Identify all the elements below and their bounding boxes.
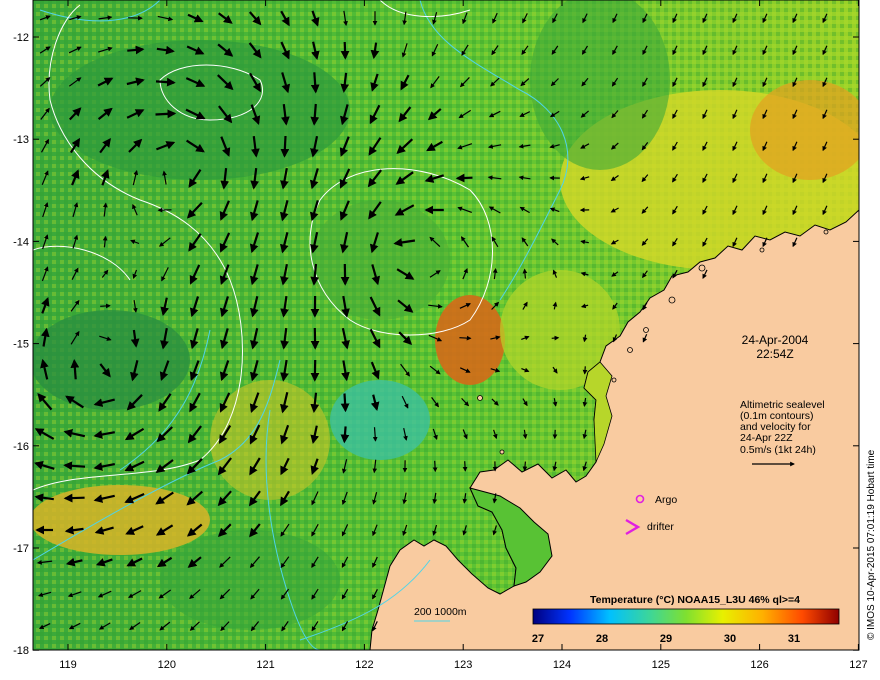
y-tick-label: -15 — [13, 339, 29, 351]
velocity-arrow — [340, 393, 350, 413]
velocity-arrow — [459, 335, 472, 341]
drifter-label: drifter — [647, 521, 674, 533]
time-label: 22:54Z — [756, 347, 793, 361]
x-tick-label: 122 — [355, 659, 373, 671]
y-tick-label: -18 — [13, 645, 29, 657]
bathymetry-label: 200 1000m — [414, 606, 467, 618]
velocity-arrow — [70, 358, 80, 380]
map-plot-area — [33, 0, 859, 650]
velocity-arrow — [522, 268, 528, 279]
velocity-arrow — [432, 460, 438, 473]
x-tick-label: 124 — [553, 659, 571, 671]
x-tick-label: 127 — [849, 659, 867, 671]
x-tick-label: 119 — [59, 659, 77, 671]
colorbar-tick-label: 30 — [724, 633, 736, 645]
velocity-arrow — [155, 77, 176, 87]
velocity-arrow — [462, 461, 468, 472]
velocity-arrow — [582, 366, 588, 375]
velocity-arrow — [127, 45, 145, 55]
argo-label: Argo — [655, 494, 677, 506]
colorbar-tick-label: 29 — [660, 633, 672, 645]
sst-map: 119 120 121 122 123 124 125 126 127 -12 -13 -14 -15… — [13, 0, 877, 671]
x-tick-label: 125 — [652, 659, 670, 671]
velocity-arrow — [551, 335, 560, 341]
info-line: 0.5m/s (1kt 24h) — [740, 444, 816, 456]
colorbar-tick-label: 27 — [532, 633, 544, 645]
velocity-arrow — [63, 493, 85, 503]
colorbar-title: Temperature (°C) NOAA15_L3U 46% ql>=4 — [590, 594, 800, 606]
y-tick-label: -13 — [13, 134, 29, 146]
velocity-arrow — [340, 41, 350, 60]
velocity-arrow — [522, 461, 528, 472]
y-tick-label: -12 — [13, 32, 29, 44]
colorbar-tick-label: 31 — [788, 633, 800, 645]
velocity-arrow — [100, 303, 111, 309]
x-tick-label: 123 — [454, 659, 472, 671]
credit-text: © IMOS 10-Apr-2015 07:01:19 Hobart time — [866, 449, 877, 640]
y-tick-label: -16 — [13, 441, 29, 453]
velocity-arrow — [63, 461, 86, 471]
x-tick-label: 126 — [750, 659, 768, 671]
velocity-arrow — [340, 426, 350, 444]
x-tick-label: 120 — [158, 659, 176, 671]
velocity-arrow — [280, 135, 290, 158]
info-line: 24-Apr 22Z — [740, 432, 793, 444]
y-tick-label: -17 — [13, 543, 29, 555]
x-tick-label: 121 — [256, 659, 274, 671]
velocity-arrow — [455, 173, 473, 183]
colorbar-tick-label: 28 — [596, 633, 608, 645]
date-label: 24-Apr-2004 — [742, 333, 809, 347]
velocity-arrow — [155, 109, 177, 119]
y-tick-label: -14 — [13, 236, 29, 248]
velocity-arrow — [310, 72, 320, 94]
